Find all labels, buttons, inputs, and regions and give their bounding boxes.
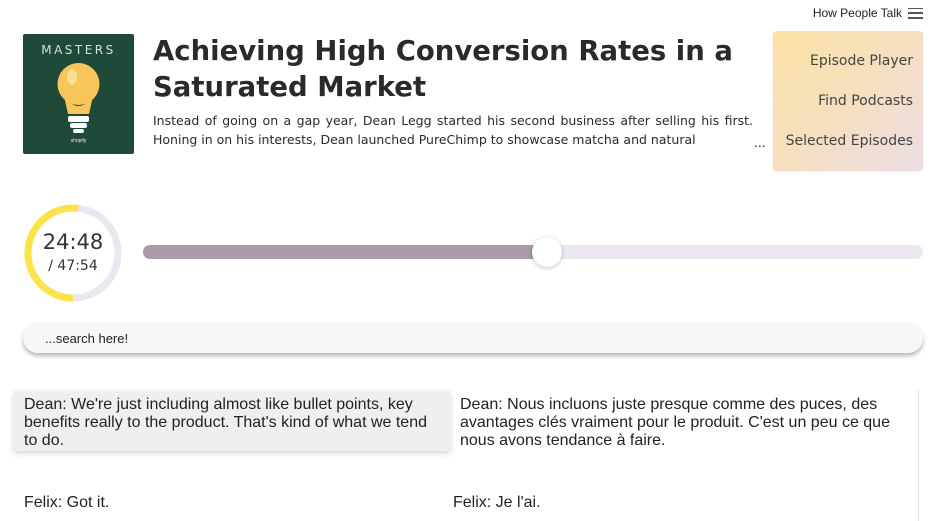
scrollbar-divider	[918, 390, 919, 521]
transcript-text: : Je l'ai.	[486, 494, 541, 511]
nav-selected-episodes[interactable]: Selected Episodes	[786, 133, 913, 149]
transcript-line-translation[interactable]: Felix: Je l'ai.	[453, 494, 853, 512]
transcript-text: : Nous incluons juste presque comme des …	[460, 396, 890, 449]
progress-thumb[interactable]	[531, 237, 562, 267]
progress-bar[interactable]	[143, 237, 923, 267]
speaker-name: Felix	[24, 494, 58, 511]
hamburger-menu-icon[interactable]	[908, 7, 923, 19]
expand-description[interactable]: ...	[754, 134, 766, 150]
transcript-text: : Got it.	[57, 494, 110, 511]
cover-show-name: MASTERS	[41, 43, 116, 57]
cover-brand: shopify	[70, 138, 87, 144]
nav-find-podcasts[interactable]: Find Podcasts	[818, 93, 913, 109]
transcript-line-translation[interactable]: Dean: Nous incluons juste presque comme …	[460, 396, 912, 450]
speaker-name: Dean	[24, 396, 63, 413]
lightbulb-icon	[57, 63, 100, 133]
search-input[interactable]	[23, 323, 923, 353]
progress-fill	[143, 245, 547, 259]
transcript-line-original[interactable]: Felix: Got it.	[24, 494, 424, 512]
nav-menu: Episode Player Find Podcasts Selected Ep…	[773, 31, 923, 171]
episode-description: Instead of going on a gap year, Dean Leg…	[153, 113, 753, 147]
podcast-cover: MASTERS shopify	[23, 34, 134, 154]
app-header: How People Talk	[813, 6, 923, 20]
app-title: How People Talk	[812, 6, 902, 20]
transcript-panel: Dean: We're just including almost like b…	[0, 390, 941, 521]
current-time: 24:48	[42, 230, 104, 254]
total-time: / 47:54	[48, 258, 98, 274]
transcript-text: : We're just including almost like bulle…	[24, 396, 427, 449]
nav-episode-player[interactable]: Episode Player	[810, 53, 913, 69]
transcript-line-original[interactable]: Dean: We're just including almost like b…	[14, 391, 450, 451]
time-display: 24:48 / 47:54	[23, 203, 123, 303]
speaker-name: Dean	[460, 396, 499, 413]
episode-title: Achieving High Conversion Rates in a Sat…	[153, 35, 733, 103]
speaker-name: Felix	[453, 494, 487, 511]
